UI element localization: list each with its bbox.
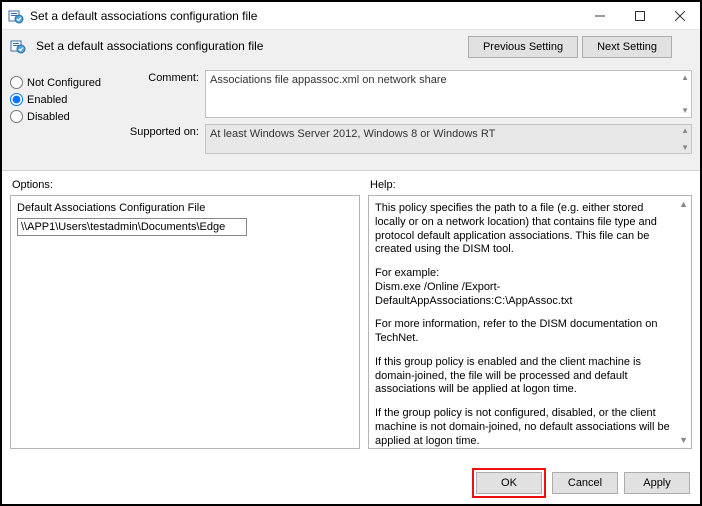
comment-textarea[interactable]: Associations file appassoc.xml on networ…	[205, 70, 692, 118]
titlebar: Set a default associations configuration…	[2, 2, 700, 30]
comment-value: Associations file appassoc.xml on networ…	[210, 74, 447, 86]
lower-panel: Options: Default Associations Configurat…	[2, 171, 700, 453]
comment-label: Comment:	[125, 70, 205, 118]
scroll-up-icon[interactable]: ▲	[681, 73, 689, 82]
radio-enabled[interactable]: Enabled	[10, 93, 120, 106]
help-paragraph: For example: Dism.exe /Online /Export-De…	[375, 267, 675, 308]
ok-button[interactable]: OK	[476, 472, 542, 494]
window-controls	[580, 2, 700, 30]
ok-highlight: OK	[472, 468, 546, 498]
state-radio-group: Not Configured Enabled Disabled	[10, 62, 120, 127]
scroll-down-icon[interactable]: ▼	[679, 435, 688, 445]
window-title: Set a default associations configuration…	[30, 9, 257, 23]
policy-title: Set a default associations configuration…	[36, 39, 263, 53]
previous-setting-button[interactable]: Previous Setting	[468, 36, 578, 58]
dialog-footer: OK Cancel Apply	[472, 468, 690, 498]
help-line: Dism.exe /Online /Export-DefaultAppAssoc…	[375, 281, 572, 307]
scroll-down-icon[interactable]: ▼	[681, 143, 689, 152]
radio-not-configured-input[interactable]	[10, 76, 23, 89]
supported-on-label: Supported on:	[125, 124, 205, 154]
help-paragraph: If this group policy is enabled and the …	[375, 356, 675, 397]
supported-on-box: At least Windows Server 2012, Windows 8 …	[205, 124, 692, 154]
policy-icon	[10, 38, 26, 54]
cancel-button[interactable]: Cancel	[552, 472, 618, 494]
option-field-label: Default Associations Configuration File	[17, 202, 353, 214]
supported-on-value: At least Windows Server 2012, Windows 8 …	[210, 128, 495, 140]
radio-disabled-input[interactable]	[10, 110, 23, 123]
help-paragraph: If the group policy is not configured, d…	[375, 407, 675, 448]
help-paragraph: For more information, refer to the DISM …	[375, 318, 675, 346]
settings-header-panel: Set a default associations configuration…	[2, 30, 700, 171]
scroll-up-icon[interactable]: ▲	[679, 199, 688, 209]
next-setting-button[interactable]: Next Setting	[582, 36, 672, 58]
help-text: This policy specifies the path to a file…	[375, 202, 685, 449]
radio-enabled-label: Enabled	[27, 94, 67, 106]
help-paragraph: This policy specifies the path to a file…	[375, 202, 675, 257]
scroll-up-icon[interactable]: ▲	[681, 126, 689, 135]
radio-not-configured[interactable]: Not Configured	[10, 76, 120, 89]
options-label: Options:	[10, 177, 360, 195]
help-panel: ▲ ▼ This policy specifies the path to a …	[368, 195, 692, 449]
apply-button[interactable]: Apply	[624, 472, 690, 494]
help-line: For example:	[375, 267, 439, 279]
close-button[interactable]	[660, 2, 700, 30]
help-label: Help:	[368, 177, 692, 195]
scroll-down-icon[interactable]: ▼	[681, 106, 689, 115]
maximize-button[interactable]	[620, 2, 660, 30]
radio-disabled-label: Disabled	[27, 111, 70, 123]
radio-disabled[interactable]: Disabled	[10, 110, 120, 123]
radio-not-configured-label: Not Configured	[27, 77, 101, 89]
minimize-button[interactable]	[580, 2, 620, 30]
policy-icon	[8, 8, 24, 24]
radio-enabled-input[interactable]	[10, 93, 23, 106]
options-panel: Default Associations Configuration File	[10, 195, 360, 449]
config-file-path-input[interactable]	[17, 218, 247, 236]
